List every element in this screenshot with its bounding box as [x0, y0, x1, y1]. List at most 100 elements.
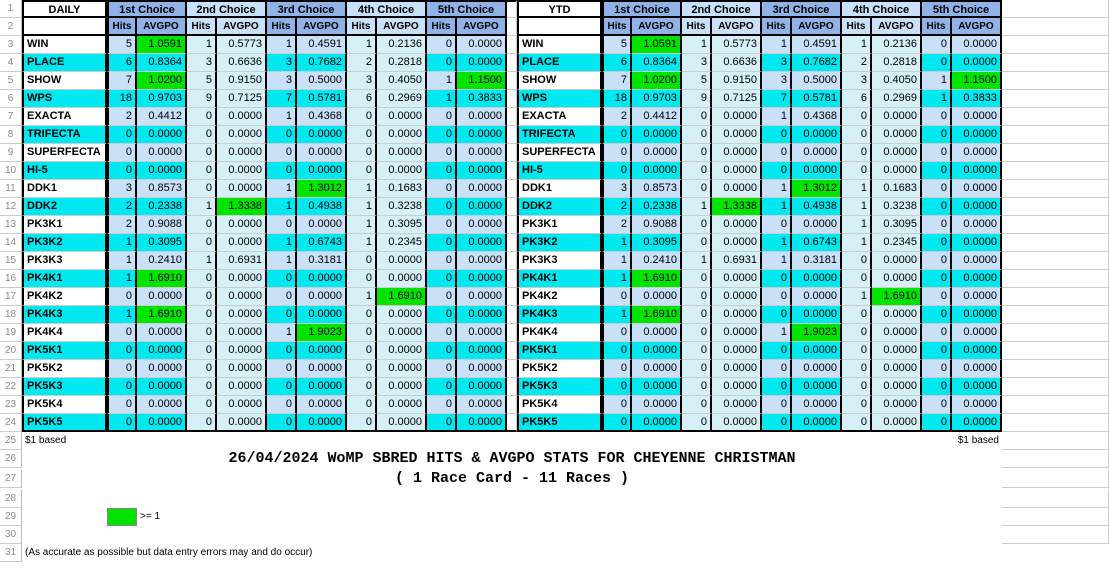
avgpo-cell: 0.2345 [377, 234, 427, 252]
hits-cell: 0 [922, 216, 952, 234]
avgpo-cell: 0.0000 [952, 108, 1002, 126]
row-label: PK4K2 [22, 288, 107, 306]
avgpo-cell: 0.0000 [872, 360, 922, 378]
blank [1002, 432, 1109, 450]
gap [507, 234, 517, 252]
blank [602, 508, 632, 526]
avgpo-cell: 0.0000 [872, 162, 922, 180]
blank [872, 490, 922, 508]
blank [217, 526, 267, 544]
hits-cell: 0 [427, 378, 457, 396]
blank [1002, 72, 1109, 90]
row-label: PK5K4 [22, 396, 107, 414]
row-label: PK5K1 [22, 342, 107, 360]
avgpo-cell: 0.0000 [457, 306, 507, 324]
blank [217, 508, 267, 526]
header-avgpo: AVGPO [377, 18, 427, 36]
gap [507, 18, 517, 36]
blank [507, 508, 517, 526]
blank [297, 508, 347, 526]
avgpo-cell: 0.2818 [872, 54, 922, 72]
avgpo-cell: 1.1500 [457, 72, 507, 90]
avgpo-cell: 0.0000 [792, 360, 842, 378]
blank [1002, 470, 1109, 488]
avgpo-cell: 0.0000 [457, 108, 507, 126]
hits-cell: 1 [922, 72, 952, 90]
avgpo-cell: 0.7125 [712, 90, 762, 108]
avgpo-cell: 0.2136 [872, 36, 922, 54]
hits-cell: 1 [842, 36, 872, 54]
row-number: 31 [0, 544, 22, 562]
hits-cell: 0 [842, 108, 872, 126]
avgpo-cell: 0.0000 [632, 324, 682, 342]
avgpo-cell: 0.0000 [137, 342, 187, 360]
hits-cell: 0 [602, 378, 632, 396]
hits-cell: 0 [347, 414, 377, 432]
hits-cell: 0 [762, 306, 792, 324]
avgpo-cell: 0.0000 [377, 162, 427, 180]
hits-cell: 0 [427, 54, 457, 72]
blank [682, 508, 712, 526]
avgpo-cell: 0.7682 [297, 54, 347, 72]
hits-cell: 1 [187, 36, 217, 54]
gap [507, 396, 517, 414]
hits-cell: 0 [427, 36, 457, 54]
hits-cell: 1 [347, 216, 377, 234]
avgpo-cell: 0.0000 [377, 396, 427, 414]
hits-cell: 0 [842, 306, 872, 324]
avgpo-cell: 0.8573 [137, 180, 187, 198]
avgpo-cell: 0.0000 [872, 270, 922, 288]
header-choice: 3rd Choice [267, 0, 347, 18]
hits-cell: 3 [107, 180, 137, 198]
avgpo-cell: 0.0000 [792, 342, 842, 360]
hits-cell: 1 [107, 306, 137, 324]
hits-cell: 0 [347, 396, 377, 414]
hits-cell: 1 [107, 234, 137, 252]
gap [507, 162, 517, 180]
avgpo-cell: 0.9088 [632, 216, 682, 234]
row-number: 5 [0, 72, 22, 90]
hits-cell: 0 [842, 378, 872, 396]
hits-cell: 0 [267, 126, 297, 144]
hits-cell: 0 [267, 162, 297, 180]
hits-cell: 0 [682, 378, 712, 396]
blank [517, 490, 602, 508]
blank [632, 432, 682, 450]
hits-cell: 0 [922, 180, 952, 198]
blank [187, 526, 217, 544]
hits-cell: 1 [602, 234, 632, 252]
avgpo-cell: 0.0000 [297, 396, 347, 414]
avgpo-cell: 0.1683 [872, 180, 922, 198]
blank [1002, 526, 1109, 544]
blank [712, 526, 762, 544]
header-avgpo: AVGPO [952, 18, 1002, 36]
gap [507, 90, 517, 108]
row-label-ytd: PK4K4 [517, 324, 602, 342]
avgpo-cell: 0.4368 [792, 108, 842, 126]
row-number: 7 [0, 108, 22, 126]
blank [682, 526, 712, 544]
hits-cell: 18 [107, 90, 137, 108]
avgpo-cell: 0.0000 [712, 270, 762, 288]
blank [1002, 126, 1109, 144]
hits-cell: 3 [762, 54, 792, 72]
blank [1002, 90, 1109, 108]
gap [507, 72, 517, 90]
avgpo-cell: 0.0000 [217, 414, 267, 432]
avgpo-cell: 0.2969 [872, 90, 922, 108]
row-number: 22 [0, 378, 22, 396]
blank [1002, 36, 1109, 54]
blank [952, 490, 1002, 508]
hits-cell: 0 [107, 162, 137, 180]
avgpo-cell: 0.0000 [952, 54, 1002, 72]
blank [517, 526, 602, 544]
hits-cell: 0 [842, 360, 872, 378]
avgpo-cell: 0.0000 [297, 126, 347, 144]
avgpo-cell: 1.3338 [712, 198, 762, 216]
hits-cell: 0 [427, 180, 457, 198]
hits-cell: 1 [682, 198, 712, 216]
hits-cell: 1 [602, 252, 632, 270]
row-number: 9 [0, 144, 22, 162]
hits-cell: 0 [187, 288, 217, 306]
hits-cell: 1 [842, 180, 872, 198]
